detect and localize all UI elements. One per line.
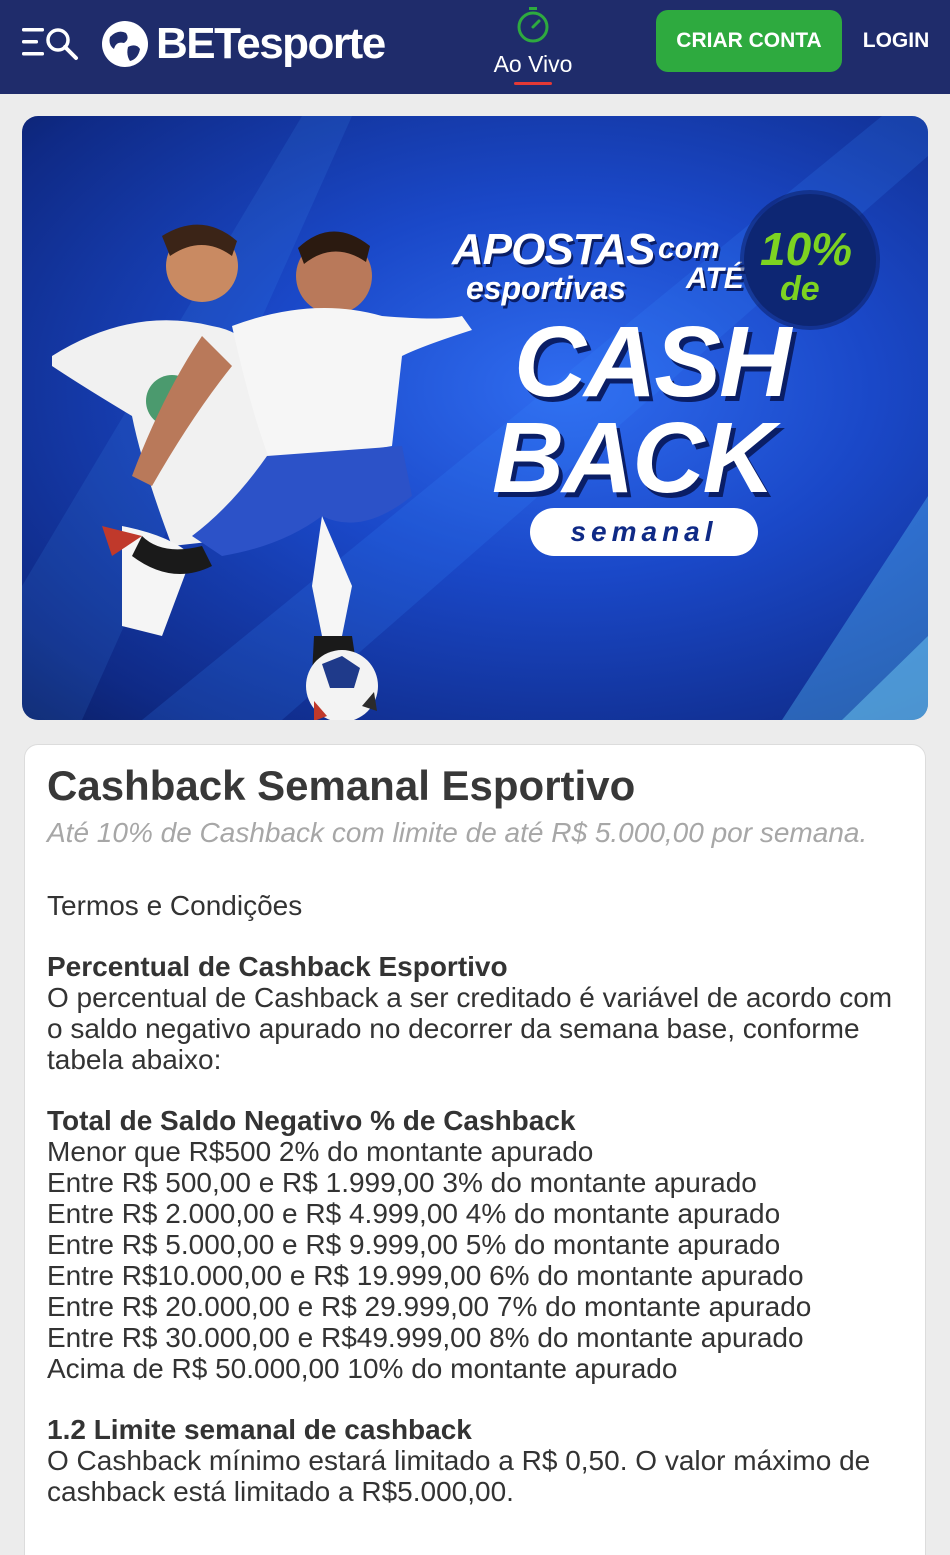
terms-heading: Termos e Condições [47, 890, 303, 922]
table-row: Menor que R$500 2% do montante apurado [47, 1136, 594, 1168]
globe-logo-icon [102, 21, 148, 67]
section1-title: Percentual de Cashback Esportivo [47, 951, 508, 983]
section2-title: 1.2 Limite semanal de cashback [47, 1414, 472, 1446]
banner-line2: esportivas [466, 270, 627, 306]
stopwatch-icon [517, 7, 549, 43]
soccer-ball-illustration [306, 650, 378, 720]
banner-semanal-pill: semanal [530, 508, 758, 556]
table-row: Entre R$ 2.000,00 e R$ 4.999,00 4% do mo… [47, 1198, 781, 1230]
menu-search-button[interactable] [20, 22, 82, 62]
table-row: Entre R$ 500,00 e R$ 1.999,00 3% do mont… [47, 1167, 757, 1199]
promo-details-card: Cashback Semanal Esportivo Até 10% de Ca… [24, 744, 926, 1555]
promo-subtitle: Até 10% de Cashback com limite de até R$… [47, 817, 868, 849]
promo-banner[interactable]: APOSTAS esportivas com ATÉ 10% de CASH B… [22, 116, 928, 720]
live-active-indicator [514, 82, 552, 85]
logo-text: BETesporte [156, 19, 386, 68]
top-header: BETesporte Ao Vivo CRIAR CONTA LOGIN [0, 0, 950, 94]
banner-percent: 10% [760, 223, 853, 275]
table-row: Entre R$10.000,00 e R$ 19.999,00 6% do m… [47, 1260, 804, 1292]
live-label: Ao Vivo [493, 51, 573, 77]
banner-ate: ATÉ [686, 262, 744, 295]
banner-de: de [780, 270, 820, 308]
brand-logo[interactable]: BETesporte [100, 12, 386, 76]
table-row: Entre R$ 20.000,00 e R$ 29.999,00 7% do … [47, 1291, 812, 1323]
promo-title: Cashback Semanal Esportivo [47, 762, 636, 809]
table-title: Total de Saldo Negativo % de Cashback [47, 1105, 576, 1137]
table-row: Acima de R$ 50.000,00 10% do montante ap… [47, 1353, 678, 1385]
banner-cash: CASH [514, 306, 791, 418]
login-button[interactable]: LOGIN [852, 10, 940, 72]
banner-back: BACK [492, 402, 775, 514]
table-row: Entre R$ 5.000,00 e R$ 9.999,00 5% do mo… [47, 1229, 781, 1261]
section1-text: O percentual de Cashback a ser creditado… [47, 982, 893, 1076]
table-row: Entre R$ 30.000,00 e R$49.999,00 8% do m… [47, 1322, 804, 1354]
banner-com: com [658, 232, 720, 265]
banner-line1: APOSTAS [452, 225, 655, 274]
create-account-button[interactable]: CRIAR CONTA [656, 10, 842, 72]
menu-search-icon [22, 28, 78, 60]
live-nav-link[interactable]: Ao Vivo [488, 6, 578, 86]
section2-text: O Cashback mínimo estará limitado a R$ 0… [47, 1445, 871, 1508]
